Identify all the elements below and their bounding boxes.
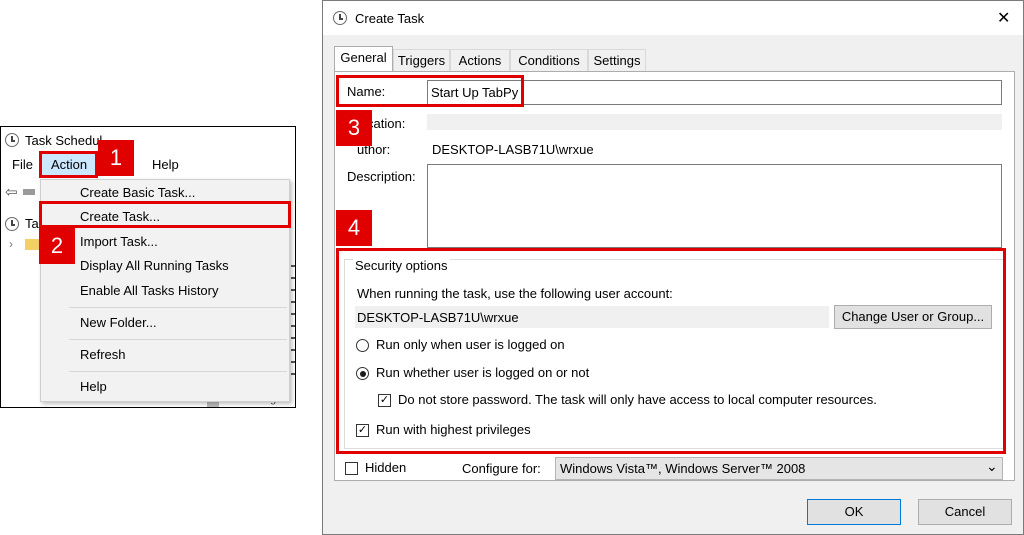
configure-for-select[interactable]: Windows Vista™, Windows Server™ 2008 ⌄	[555, 457, 1003, 480]
dialog-title: Create Task	[355, 11, 425, 26]
callout-2: 2	[39, 228, 75, 264]
background-list-fragment	[291, 255, 295, 385]
menu-item-new-folder[interactable]: New Folder...	[80, 315, 157, 330]
menu-item-help[interactable]: Help	[80, 379, 107, 394]
menu-item-refresh[interactable]: Refresh	[80, 347, 126, 362]
expand-chevron-icon[interactable]: ›	[9, 237, 13, 251]
folder-icon	[25, 239, 39, 250]
menu-separator	[69, 307, 287, 308]
hidden-label[interactable]: Hidden	[365, 460, 406, 475]
menu-help[interactable]: Help	[152, 157, 179, 172]
highlight-box-create-task	[39, 201, 291, 228]
tab-conditions[interactable]: Conditions	[510, 49, 588, 72]
back-arrow-icon[interactable]: ⇦	[5, 183, 18, 201]
location-field	[427, 114, 1002, 130]
location-label: cation:	[367, 116, 406, 131]
highlight-box-action-menu	[39, 151, 98, 178]
cancel-button[interactable]: Cancel	[918, 499, 1012, 525]
tab-general[interactable]: General	[334, 46, 393, 72]
clock-icon	[333, 11, 347, 25]
clock-icon	[5, 133, 19, 147]
highlight-box-name	[336, 75, 524, 107]
description-label: Description:	[347, 169, 416, 184]
configure-for-value: Windows Vista™, Windows Server™ 2008	[560, 461, 806, 476]
tab-actions[interactable]: Actions	[450, 49, 510, 72]
menu-separator	[69, 371, 287, 372]
callout-1: 1	[98, 140, 134, 176]
author-value: DESKTOP-LASB71U\wrxue	[432, 142, 594, 157]
task-scheduler-tree-icon	[5, 217, 19, 231]
menu-item-display-running[interactable]: Display All Running Tasks	[80, 258, 229, 273]
callout-3: 3	[336, 110, 372, 146]
menu-item-import-task[interactable]: Import Task...	[80, 234, 158, 249]
menu-file[interactable]: File	[12, 157, 33, 172]
tab-settings[interactable]: Settings	[588, 49, 646, 72]
configure-for-label: Configure for:	[462, 461, 541, 476]
highlight-box-security-options	[336, 248, 1006, 454]
description-input[interactable]	[427, 164, 1002, 248]
ok-button[interactable]: OK	[807, 499, 901, 525]
hidden-checkbox[interactable]	[345, 462, 358, 475]
close-icon[interactable]: ✕	[997, 8, 1010, 28]
chevron-down-icon: ⌄	[986, 458, 998, 474]
tab-triggers[interactable]: Triggers	[393, 49, 450, 72]
menu-item-enable-history[interactable]: Enable All Tasks History	[80, 283, 219, 298]
window-title: Task Schedul	[25, 133, 103, 148]
callout-4: 4	[336, 210, 372, 246]
dialog-title-bar: Create Task ✕	[323, 1, 1023, 35]
menu-item-create-basic-task[interactable]: Create Basic Task...	[80, 185, 195, 200]
toolbar-icon[interactable]	[23, 189, 35, 195]
menu-separator	[69, 339, 287, 340]
